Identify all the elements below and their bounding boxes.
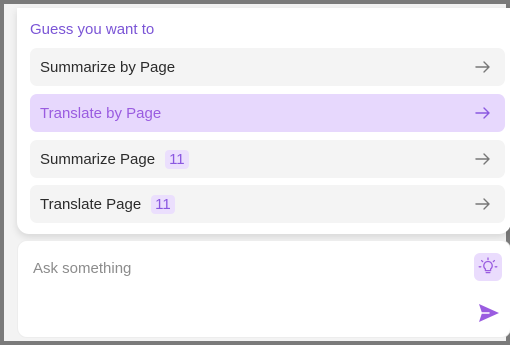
arrow-right-icon — [475, 153, 490, 165]
idea-button[interactable] — [474, 253, 502, 281]
ask-box — [17, 240, 510, 338]
suggestion-summarize-by-page[interactable]: Summarize by Page — [30, 48, 505, 86]
suggestion-translate-page[interactable]: Translate Page 11 — [30, 185, 505, 223]
send-icon[interactable] — [478, 303, 500, 323]
app-frame: Guess you want to Summarize by Page Tran… — [0, 0, 510, 345]
page-count-badge: 11 — [151, 194, 175, 214]
suggestions-panel: Guess you want to Summarize by Page Tran… — [17, 8, 510, 234]
suggestion-label: Translate Page — [40, 195, 142, 213]
suggestion-label: Translate by Page — [40, 104, 162, 122]
suggestion-label: Summarize by Page — [40, 58, 176, 76]
suggestion-label: Summarize Page — [40, 150, 156, 168]
ask-input[interactable] — [31, 255, 455, 281]
suggestions-title: Guess you want to — [30, 21, 155, 38]
suggestion-translate-by-page[interactable]: Translate by Page — [30, 94, 505, 132]
arrow-right-icon — [475, 61, 490, 73]
arrow-right-icon — [475, 198, 490, 210]
lightbulb-icon — [478, 257, 498, 274]
arrow-right-icon — [475, 107, 490, 119]
page-count-badge: 11 — [165, 149, 189, 169]
suggestion-summarize-page[interactable]: Summarize Page 11 — [30, 140, 505, 178]
